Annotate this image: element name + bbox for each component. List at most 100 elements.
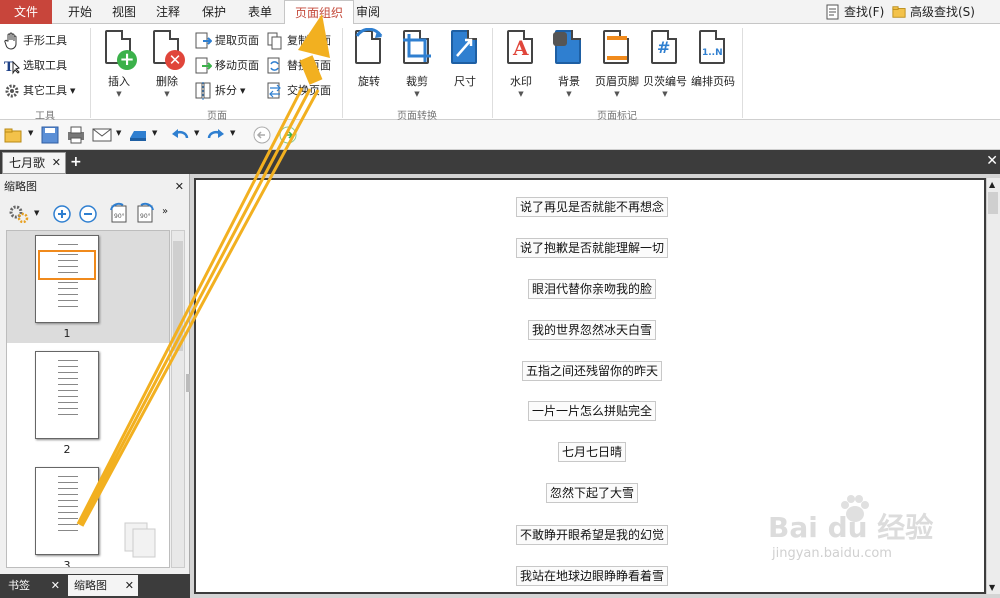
tab-thumbnails[interactable]: 缩略图 ✕: [68, 575, 138, 596]
chevron-down-icon: ▼: [116, 90, 122, 98]
select-tool-button[interactable]: T 选取工具: [4, 55, 67, 77]
copy-page-button[interactable]: 复制页面: [266, 30, 331, 52]
thumbnail-page[interactable]: 1: [7, 231, 169, 343]
forward-icon[interactable]: [278, 126, 298, 144]
rotate-left-icon[interactable]: 90°: [108, 202, 130, 224]
header-footer-button[interactable]: 页眉页脚 ▼: [594, 28, 640, 98]
page-number-button[interactable]: 1..N 编排页码: [690, 28, 736, 89]
select-tool-label: 选取工具: [23, 59, 67, 72]
extract-page-icon: [195, 32, 212, 49]
tab-comment[interactable]: 注释: [146, 0, 190, 24]
crop-icon: [399, 28, 435, 70]
redo-icon[interactable]: [206, 126, 226, 144]
header-footer-label: 页眉页脚: [595, 75, 639, 88]
other-tools-button[interactable]: 其它工具 ▼: [4, 80, 75, 102]
page-thumbnail: [35, 235, 99, 323]
baidu-watermark: Bai du 经验 jingyan.baidu.com: [760, 490, 960, 570]
thumbnail-scrollbar[interactable]: [171, 230, 185, 568]
panel-collapse-handle[interactable]: [186, 374, 190, 392]
text-line: 说了再见是否就能不再想念: [196, 197, 988, 217]
gear-icon[interactable]: [8, 204, 30, 224]
close-icon[interactable]: ✕: [125, 575, 134, 596]
bates-button[interactable]: # 贝茨编号 ▼: [642, 28, 688, 98]
chevron-down-icon[interactable]: ▼: [34, 209, 39, 217]
lyric-text: 我站在地球边眼睁睁看着雪: [515, 566, 668, 586]
swap-page-icon: [267, 82, 281, 99]
tab-page-organize[interactable]: 页面组织: [284, 0, 355, 25]
email-icon[interactable]: [92, 126, 112, 144]
divider: [492, 28, 493, 118]
close-icon[interactable]: ✕: [986, 153, 998, 169]
find-button[interactable]: 查找(F): [826, 3, 884, 21]
save-icon[interactable]: [40, 126, 60, 144]
chevron-down-icon[interactable]: ▼: [28, 129, 33, 137]
tab-view[interactable]: 视图: [102, 0, 146, 24]
zoom-out-icon[interactable]: [78, 204, 98, 224]
chevron-down-icon: ▼: [164, 90, 170, 98]
chevron-down-icon[interactable]: ▼: [116, 129, 121, 137]
tab-protect[interactable]: 保护: [192, 0, 236, 24]
replace-page-button[interactable]: 替换页面: [266, 55, 331, 77]
new-tab-icon[interactable]: +: [70, 153, 84, 171]
swap-page-button[interactable]: 交换页面: [266, 80, 331, 102]
chevron-down-icon[interactable]: ▼: [152, 129, 157, 137]
zoom-in-icon[interactable]: [52, 204, 72, 224]
extract-page-button[interactable]: 提取页面: [194, 30, 259, 52]
split-label: 拆分: [215, 84, 237, 97]
chevron-down-icon[interactable]: ▼: [230, 129, 235, 137]
tab-home[interactable]: 开始: [58, 0, 102, 24]
split-button[interactable]: 拆分 ▼: [194, 80, 245, 102]
scroll-up-icon[interactable]: ▲: [989, 180, 995, 189]
document-tab-bar: 七月歌 ✕ + ✕: [0, 150, 1000, 174]
rotate-right-icon[interactable]: 90°: [134, 202, 156, 224]
copy-page-label: 复制页面: [287, 34, 331, 47]
watermark-button[interactable]: A 水印 ▼: [498, 28, 544, 98]
hand-tool-button[interactable]: 手形工具: [4, 30, 67, 52]
size-button[interactable]: 尺寸: [442, 28, 488, 89]
document-tab[interactable]: 七月歌 ✕: [2, 152, 66, 174]
text-line: 说了抱歉是否就能理解一切: [196, 238, 988, 258]
crop-button[interactable]: 裁剪 ▼: [394, 28, 440, 98]
print-icon[interactable]: [66, 126, 86, 144]
rotate-icon: [351, 28, 387, 70]
chevron-down-icon: ▼: [70, 87, 76, 95]
close-icon[interactable]: ✕: [175, 178, 184, 196]
close-icon[interactable]: ✕: [51, 575, 60, 596]
thumbnail-page[interactable]: 3: [7, 463, 169, 567]
chevron-down-icon: ▼: [662, 90, 668, 98]
advanced-find-button[interactable]: 高级查找(S): [892, 3, 975, 21]
close-icon[interactable]: ✕: [52, 153, 61, 173]
thumbnail-page[interactable]: 2: [7, 347, 169, 459]
tab-bookmarks-label: 书签: [8, 579, 30, 592]
chevron-down-icon: ▼: [518, 90, 524, 98]
open-folder-icon[interactable]: [4, 126, 24, 144]
tab-review[interactable]: 审阅: [346, 0, 390, 24]
lyric-text: 五指之间还残留你的昨天: [521, 361, 662, 381]
background-label: 背景: [558, 75, 580, 88]
scanner-icon[interactable]: [128, 126, 148, 144]
scroll-down-icon[interactable]: ▼: [989, 583, 995, 592]
advanced-find-label: 高级查找(S): [910, 5, 975, 19]
move-page-button[interactable]: 移动页面: [194, 55, 259, 77]
rotate-button[interactable]: 旋转: [346, 28, 392, 89]
chevron-down-icon[interactable]: ▼: [194, 129, 199, 137]
delete-page-icon: ✕: [149, 28, 185, 70]
back-icon[interactable]: [252, 126, 272, 144]
chevron-down-icon[interactable]: »: [162, 206, 168, 217]
insert-button[interactable]: + 插入 ▼: [96, 28, 142, 98]
delete-button[interactable]: ✕ 删除 ▼: [144, 28, 190, 98]
scrollbar-thumb[interactable]: [988, 192, 998, 214]
background-button[interactable]: 背景 ▼: [546, 28, 592, 98]
chevron-down-icon: ▼: [414, 90, 420, 98]
tab-form[interactable]: 表单: [238, 0, 282, 24]
tab-file[interactable]: 文件: [0, 0, 52, 24]
tab-bookmarks[interactable]: 书签 ✕: [2, 575, 64, 596]
thumbnail-list: 1 2 3: [6, 230, 170, 568]
panel-header: 缩略图 ✕: [4, 178, 186, 196]
document-scrollbar[interactable]: ▲ ▼: [986, 178, 1000, 594]
undo-icon[interactable]: [170, 126, 190, 144]
divider: [742, 28, 743, 118]
scrollbar-thumb[interactable]: [173, 241, 183, 351]
swap-page-label: 交换页面: [287, 84, 331, 97]
text-select-icon: T: [4, 60, 20, 75]
